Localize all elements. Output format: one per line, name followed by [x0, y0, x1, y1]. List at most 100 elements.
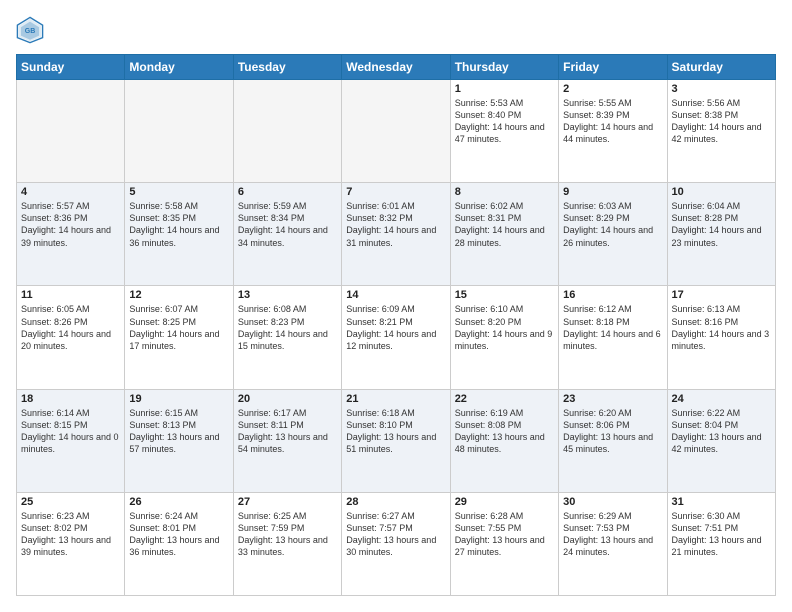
calendar-cell: 30 Sunrise: 6:29 AM Sunset: 7:53 PM Dayli…	[559, 492, 667, 595]
logo: GB	[16, 16, 48, 44]
day-number: 2	[563, 83, 662, 95]
day-number: 19	[129, 393, 228, 405]
calendar-cell	[125, 80, 233, 183]
day-number: 14	[346, 289, 445, 301]
day-number: 27	[238, 496, 337, 508]
calendar-cell: 18Sunrise: 6:14 AM Sunset: 8:15 PM Dayli…	[17, 389, 125, 492]
day-number: 25	[21, 496, 120, 508]
calendar-cell: 6 Sunrise: 5:59 AM Sunset: 8:34 PM Daylig…	[233, 183, 341, 286]
day-info: Sunrise: 6:25 AM Sunset: 7:59 PM Dayligh…	[238, 510, 337, 559]
day-info: Sunrise: 6:19 AM Sunset: 8:08 PM Dayligh…	[455, 407, 554, 456]
calendar-week-row: 4Sunrise: 5:57 AM Sunset: 8:36 PM Daylig…	[17, 183, 776, 286]
day-info: Sunrise: 6:13 AM Sunset: 8:16 PM Dayligh…	[672, 303, 771, 352]
day-info: Sunrise: 6:01 AM Sunset: 8:32 PM Dayligh…	[346, 200, 445, 249]
day-info: Sunrise: 6:15 AM Sunset: 8:13 PM Dayligh…	[129, 407, 228, 456]
day-number: 26	[129, 496, 228, 508]
day-info: Sunrise: 6:09 AM Sunset: 8:21 PM Dayligh…	[346, 303, 445, 352]
calendar-cell: 13 Sunrise: 6:08 AM Sunset: 8:23 PM Dayli…	[233, 286, 341, 389]
header: GB	[16, 16, 776, 44]
calendar-cell: 25 Sunrise: 6:23 AM Sunset: 8:02 PM Dayli…	[17, 492, 125, 595]
day-info: Sunrise: 6:29 AM Sunset: 7:53 PM Dayligh…	[563, 510, 662, 559]
day-number: 20	[238, 393, 337, 405]
day-info: Sunrise: 5:55 AM Sunset: 8:39 PM Dayligh…	[563, 97, 662, 146]
page: GB SundayMondayTuesdayWednesdayThursdayF…	[0, 0, 792, 612]
day-number: 16	[563, 289, 662, 301]
day-number: 24	[672, 393, 771, 405]
calendar-week-row: 11Sunrise: 6:05 AM Sunset: 8:26 PM Dayli…	[17, 286, 776, 389]
calendar-cell: 11Sunrise: 6:05 AM Sunset: 8:26 PM Dayli…	[17, 286, 125, 389]
day-info: Sunrise: 6:03 AM Sunset: 8:29 PM Dayligh…	[563, 200, 662, 249]
calendar-cell: 26Sunrise: 6:24 AM Sunset: 8:01 PM Dayli…	[125, 492, 233, 595]
calendar-cell: 19 Sunrise: 6:15 AM Sunset: 8:13 PM Dayli…	[125, 389, 233, 492]
calendar-table: SundayMondayTuesdayWednesdayThursdayFrid…	[16, 54, 776, 596]
calendar-cell: 24 Sunrise: 6:22 AM Sunset: 8:04 PM Dayli…	[667, 389, 775, 492]
calendar-cell: 10Sunrise: 6:04 AM Sunset: 8:28 PM Dayli…	[667, 183, 775, 286]
day-info: Sunrise: 6:10 AM Sunset: 8:20 PM Dayligh…	[455, 303, 554, 352]
calendar-cell: 5Sunrise: 5:58 AM Sunset: 8:35 PM Daylig…	[125, 183, 233, 286]
logo-icon: GB	[16, 16, 44, 44]
calendar-cell	[233, 80, 341, 183]
day-number: 29	[455, 496, 554, 508]
calendar-cell: 29 Sunrise: 6:28 AM Sunset: 7:55 PM Dayli…	[450, 492, 558, 595]
day-number: 15	[455, 289, 554, 301]
day-number: 13	[238, 289, 337, 301]
day-info: Sunrise: 6:05 AM Sunset: 8:26 PM Dayligh…	[21, 303, 120, 352]
day-number: 1	[455, 83, 554, 95]
calendar-cell: 22 Sunrise: 6:19 AM Sunset: 8:08 PM Dayli…	[450, 389, 558, 492]
day-number: 12	[129, 289, 228, 301]
calendar-cell: 3Sunrise: 5:56 AM Sunset: 8:38 PM Daylig…	[667, 80, 775, 183]
weekday-header: Saturday	[667, 55, 775, 80]
day-info: Sunrise: 6:08 AM Sunset: 8:23 PM Dayligh…	[238, 303, 337, 352]
day-number: 8	[455, 186, 554, 198]
day-info: Sunrise: 6:28 AM Sunset: 7:55 PM Dayligh…	[455, 510, 554, 559]
calendar-week-row: 25 Sunrise: 6:23 AM Sunset: 8:02 PM Dayli…	[17, 492, 776, 595]
day-number: 9	[563, 186, 662, 198]
day-number: 17	[672, 289, 771, 301]
weekday-header: Wednesday	[342, 55, 450, 80]
calendar-cell: 4Sunrise: 5:57 AM Sunset: 8:36 PM Daylig…	[17, 183, 125, 286]
day-number: 31	[672, 496, 771, 508]
calendar-cell: 17 Sunrise: 6:13 AM Sunset: 8:16 PM Dayli…	[667, 286, 775, 389]
calendar-cell: 23 Sunrise: 6:20 AM Sunset: 8:06 PM Dayli…	[559, 389, 667, 492]
weekday-header: Thursday	[450, 55, 558, 80]
calendar-cell: 15 Sunrise: 6:10 AM Sunset: 8:20 PM Dayli…	[450, 286, 558, 389]
day-number: 22	[455, 393, 554, 405]
calendar-cell: 31 Sunrise: 6:30 AM Sunset: 7:51 PM Dayli…	[667, 492, 775, 595]
weekday-header-row: SundayMondayTuesdayWednesdayThursdayFrid…	[17, 55, 776, 80]
day-number: 23	[563, 393, 662, 405]
calendar-cell: 20 Sunrise: 6:17 AM Sunset: 8:11 PM Dayli…	[233, 389, 341, 492]
day-number: 10	[672, 186, 771, 198]
calendar-cell: 1 Sunrise: 5:53 AM Sunset: 8:40 PM Daylig…	[450, 80, 558, 183]
calendar-cell: 28 Sunrise: 6:27 AM Sunset: 7:57 PM Dayli…	[342, 492, 450, 595]
calendar-cell: 14 Sunrise: 6:09 AM Sunset: 8:21 PM Dayli…	[342, 286, 450, 389]
day-number: 28	[346, 496, 445, 508]
day-info: Sunrise: 6:12 AM Sunset: 8:18 PM Dayligh…	[563, 303, 662, 352]
day-info: Sunrise: 6:27 AM Sunset: 7:57 PM Dayligh…	[346, 510, 445, 559]
calendar-week-row: 18Sunrise: 6:14 AM Sunset: 8:15 PM Dayli…	[17, 389, 776, 492]
day-info: Sunrise: 6:30 AM Sunset: 7:51 PM Dayligh…	[672, 510, 771, 559]
calendar-cell: 9 Sunrise: 6:03 AM Sunset: 8:29 PM Daylig…	[559, 183, 667, 286]
day-info: Sunrise: 5:58 AM Sunset: 8:35 PM Dayligh…	[129, 200, 228, 249]
calendar-cell	[342, 80, 450, 183]
day-info: Sunrise: 6:22 AM Sunset: 8:04 PM Dayligh…	[672, 407, 771, 456]
calendar-week-row: 1 Sunrise: 5:53 AM Sunset: 8:40 PM Daylig…	[17, 80, 776, 183]
weekday-header: Friday	[559, 55, 667, 80]
weekday-header: Tuesday	[233, 55, 341, 80]
day-info: Sunrise: 6:18 AM Sunset: 8:10 PM Dayligh…	[346, 407, 445, 456]
day-info: Sunrise: 6:20 AM Sunset: 8:06 PM Dayligh…	[563, 407, 662, 456]
day-number: 6	[238, 186, 337, 198]
day-info: Sunrise: 6:07 AM Sunset: 8:25 PM Dayligh…	[129, 303, 228, 352]
calendar-cell: 27 Sunrise: 6:25 AM Sunset: 7:59 PM Dayli…	[233, 492, 341, 595]
day-info: Sunrise: 5:59 AM Sunset: 8:34 PM Dayligh…	[238, 200, 337, 249]
day-info: Sunrise: 5:56 AM Sunset: 8:38 PM Dayligh…	[672, 97, 771, 146]
weekday-header: Monday	[125, 55, 233, 80]
day-info: Sunrise: 6:23 AM Sunset: 8:02 PM Dayligh…	[21, 510, 120, 559]
day-info: Sunrise: 5:57 AM Sunset: 8:36 PM Dayligh…	[21, 200, 120, 249]
calendar-cell: 8Sunrise: 6:02 AM Sunset: 8:31 PM Daylig…	[450, 183, 558, 286]
day-info: Sunrise: 6:17 AM Sunset: 8:11 PM Dayligh…	[238, 407, 337, 456]
calendar-cell	[17, 80, 125, 183]
day-number: 7	[346, 186, 445, 198]
day-number: 30	[563, 496, 662, 508]
day-number: 21	[346, 393, 445, 405]
day-info: Sunrise: 5:53 AM Sunset: 8:40 PM Dayligh…	[455, 97, 554, 146]
